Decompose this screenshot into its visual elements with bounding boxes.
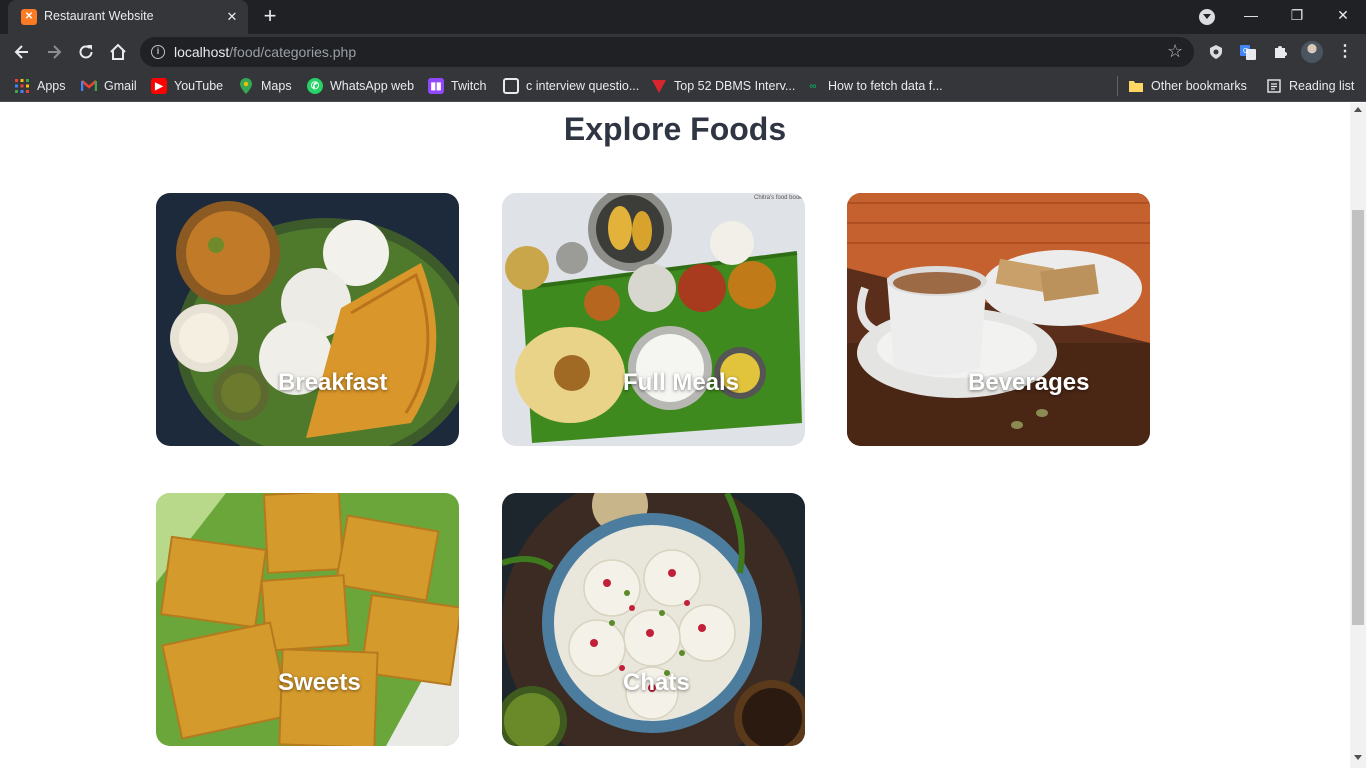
browser-toolbar: i localhost/food/categories.php ☆ G ⋮ [0,34,1366,70]
bookmarks-bar: Apps Gmail ▶ YouTube Maps ✆ WhatsApp web… [0,70,1366,102]
google-translate-icon[interactable]: G [1238,42,1258,62]
extensions-puzzle-icon[interactable] [1270,42,1290,62]
reload-icon[interactable] [74,40,98,64]
bookmark-gmail[interactable]: Gmail [81,77,137,95]
tab-strip: ✕ Restaurant Website ✕ + — ❐ ✕ [0,0,1366,34]
address-bar[interactable]: i localhost/food/categories.php ☆ [140,37,1194,67]
site-info-icon[interactable]: i [151,45,165,59]
sweets-image [156,493,459,746]
bookmark-youtube[interactable]: ▶ YouTube [151,77,223,95]
maps-icon [238,78,254,94]
category-label: Full Meals [623,369,740,396]
scroll-thumb[interactable] [1352,210,1364,625]
page-title: Explore Foods [563,111,787,147]
browser-tab[interactable]: ✕ Restaurant Website ✕ [8,0,248,34]
scroll-down-arrow-icon[interactable] [1354,755,1362,760]
full-meals-image: Chitra's food book [502,193,805,446]
link-icon: ∞ [809,80,817,92]
category-label: Chats [623,669,690,696]
apps-grid-icon [14,78,30,94]
tab-title: Restaurant Website [44,9,154,23]
twitch-icon: ▮▮ [428,78,444,94]
gmail-icon [81,78,97,94]
forward-icon[interactable] [42,40,66,64]
bookmarks-separator [1117,76,1118,96]
bookmark-dbms[interactable]: Top 52 DBMS Interv... [651,77,795,95]
scroll-up-arrow-icon[interactable] [1354,107,1362,112]
breakfast-image [156,193,459,446]
window-close-icon[interactable]: ✕ [1320,0,1366,32]
new-tab-button[interactable]: + [258,5,282,29]
restore-icon[interactable]: ❐ [1274,0,1320,32]
page-icon [503,78,519,94]
minimize-icon[interactable]: — [1228,0,1274,32]
category-card-beverages[interactable]: Beverages [847,193,1150,446]
svg-text:G: G [1243,48,1248,55]
whatsapp-icon: ✆ [307,78,323,94]
beverages-image [847,193,1150,446]
guru99-icon [651,78,667,94]
chrome-menu-icon[interactable]: ⋮ [1335,42,1355,62]
extension-shield-icon[interactable] [1206,42,1226,62]
vertical-scrollbar[interactable] [1350,103,1366,768]
profile-avatar[interactable] [1301,41,1323,63]
youtube-icon: ▶ [151,78,167,94]
close-tab-icon[interactable]: ✕ [223,8,241,26]
home-icon[interactable] [106,40,130,64]
bookmark-whatsapp[interactable]: ✆ WhatsApp web [307,77,414,95]
url-text: localhost/food/categories.php [174,44,357,60]
reading-list-icon [1266,78,1282,94]
bookmark-c-interview[interactable]: c interview questio... [503,77,639,95]
category-card-full-meals[interactable]: Chitra's food book Full Meals [502,193,805,446]
category-label: Sweets [278,669,361,696]
bookmark-twitch[interactable]: ▮▮ Twitch [428,77,486,95]
folder-icon [1128,78,1144,94]
bookmark-fetch-data[interactable]: ∞ How to fetch data f... [805,77,942,95]
xampp-icon: ✕ [21,9,37,25]
other-bookmarks[interactable]: Other bookmarks [1128,77,1247,95]
bookmark-apps[interactable]: Apps [14,77,66,95]
category-card-chats[interactable]: Chats [502,493,805,746]
chats-image [502,493,805,746]
tab-search-icon[interactable] [1199,9,1215,25]
category-label: Breakfast [278,369,388,396]
bookmark-maps[interactable]: Maps [238,77,292,95]
category-label: Beverages [968,369,1090,396]
category-card-breakfast[interactable]: Breakfast [156,193,459,446]
reading-list[interactable]: Reading list [1266,77,1354,95]
svg-text:Chitra's food book: Chitra's food book [754,195,803,201]
bookmark-star-icon[interactable]: ☆ [1167,41,1183,61]
page-viewport: Explore Foods Breakfast Chitra's food bo… [0,103,1350,768]
category-card-sweets[interactable]: Sweets [156,493,459,746]
back-icon[interactable] [10,40,34,64]
